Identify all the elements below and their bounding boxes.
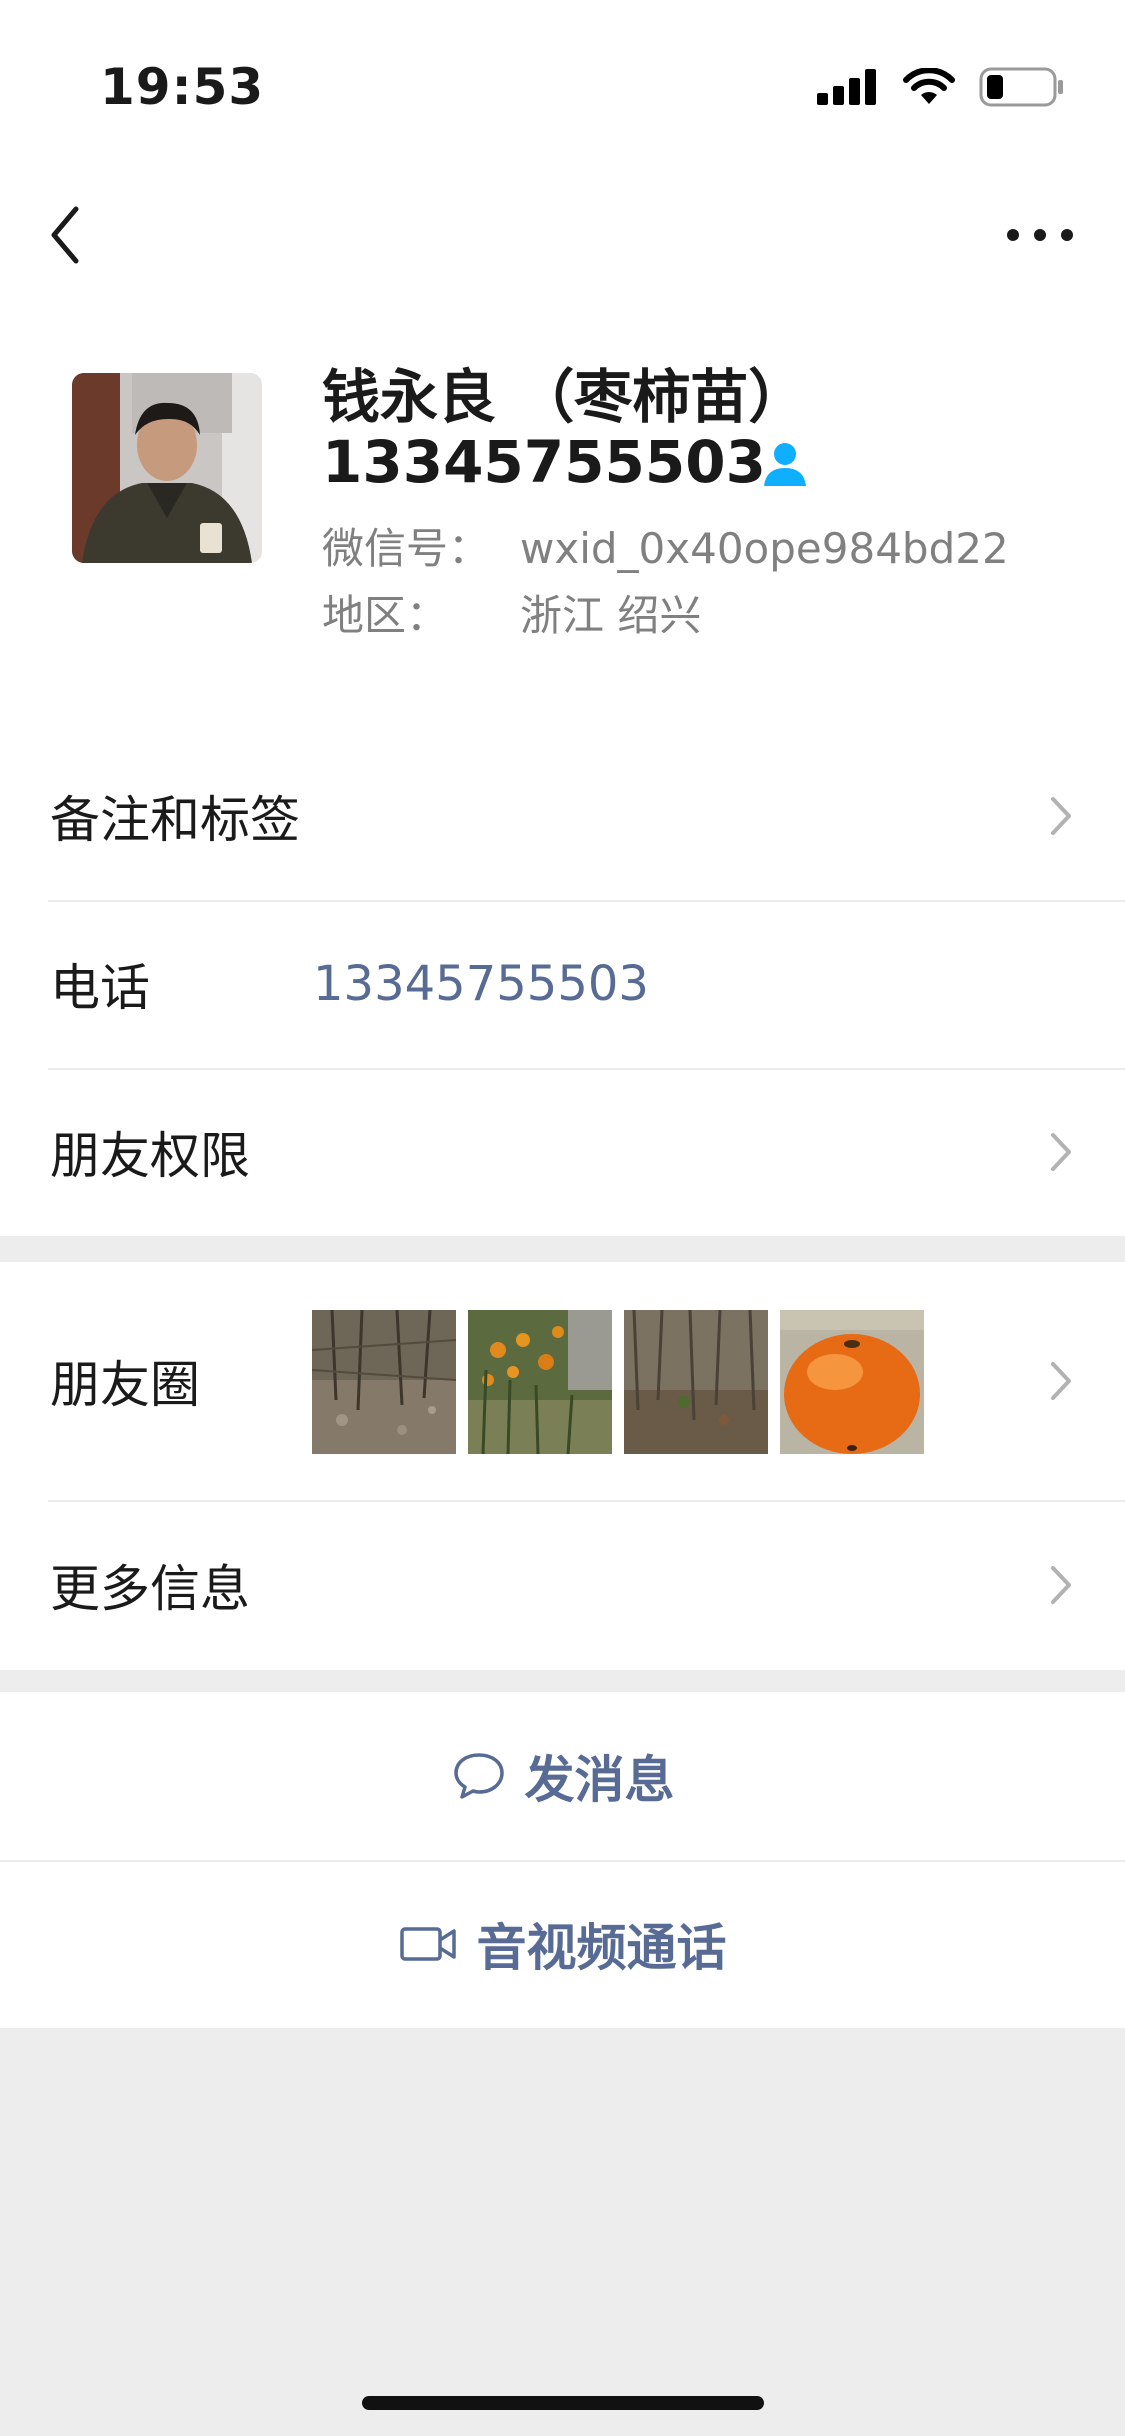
moments-photo: [624, 1310, 768, 1454]
region-label: 地区：: [322, 591, 449, 640]
more-options-icon[interactable]: [995, 185, 1085, 285]
moments-label: 朋友圈: [50, 1356, 200, 1414]
friend-permissions-row[interactable]: 朋友权限: [0, 1068, 1125, 1236]
home-indicator[interactable]: [362, 2396, 764, 2410]
status-icons: [817, 62, 1065, 112]
video-camera-icon: [399, 1927, 456, 1961]
back-arrow-icon[interactable]: [40, 185, 120, 285]
avatar[interactable]: [72, 373, 262, 563]
chevron-right-icon: [1051, 1362, 1071, 1400]
remarks-and-tags-row[interactable]: 备注和标签: [0, 732, 1125, 900]
wechat-id-label: 微信号：: [322, 524, 491, 573]
wechat-id-row: 微信号： wxid_0x40ope984bd22: [322, 515, 1009, 576]
person-icon: [764, 443, 806, 486]
contact-phone-title: 13345755503: [322, 428, 766, 496]
phone-label: 电话: [50, 959, 150, 1017]
chevron-right-icon: [1051, 1566, 1071, 1604]
moments-thumbnails: [312, 1310, 924, 1454]
profile-header: 钱永良 （枣柿苗） 13345755503 微信号： wxid_0x40ope98…: [0, 320, 1125, 732]
status-bar: 19:53: [0, 0, 1125, 170]
nav-bar: [0, 170, 1125, 320]
moments-list: 朋友圈 更多信息: [0, 1262, 1125, 1670]
moments-photo: [468, 1310, 612, 1454]
send-message-label: 发消息: [524, 1751, 675, 1809]
contact-name: 钱永良 （枣柿苗）: [322, 363, 807, 431]
wifi-icon: [903, 68, 955, 104]
phone-row: 电话 13345755503: [0, 900, 1125, 1068]
action-list: 发消息 音视频通话: [0, 1692, 1125, 2028]
chevron-right-icon: [1051, 797, 1071, 835]
region-row: 地区： 浙江 绍兴: [322, 582, 701, 643]
video-call-button[interactable]: 音视频通话: [0, 1860, 1125, 2028]
video-call-label: 音视频通话: [476, 1919, 727, 1977]
remarks-and-tags-label: 备注和标签: [50, 791, 300, 849]
wechat-id-value: wxid_0x40ope984bd22: [520, 524, 1009, 573]
status-time: 19:53: [100, 58, 265, 116]
send-message-button[interactable]: 发消息: [0, 1692, 1125, 1860]
more-info-row[interactable]: 更多信息: [0, 1500, 1125, 1670]
cellular-signal-icon: [817, 69, 876, 105]
region-value: 浙江 绍兴: [520, 591, 702, 640]
battery-icon: [979, 67, 1063, 107]
chat-bubble-icon: [453, 1753, 504, 1799]
more-info-label: 更多信息: [50, 1560, 250, 1618]
friend-permissions-label: 朋友权限: [50, 1127, 250, 1185]
phone-number-link[interactable]: 13345755503: [313, 956, 649, 1012]
moments-photo: [780, 1310, 924, 1454]
contact-settings-list: 备注和标签 电话 13345755503 朋友权限: [0, 732, 1125, 1236]
moments-photo: [312, 1310, 456, 1454]
chevron-right-icon: [1051, 1133, 1071, 1171]
moments-row[interactable]: 朋友圈: [0, 1262, 1125, 1500]
